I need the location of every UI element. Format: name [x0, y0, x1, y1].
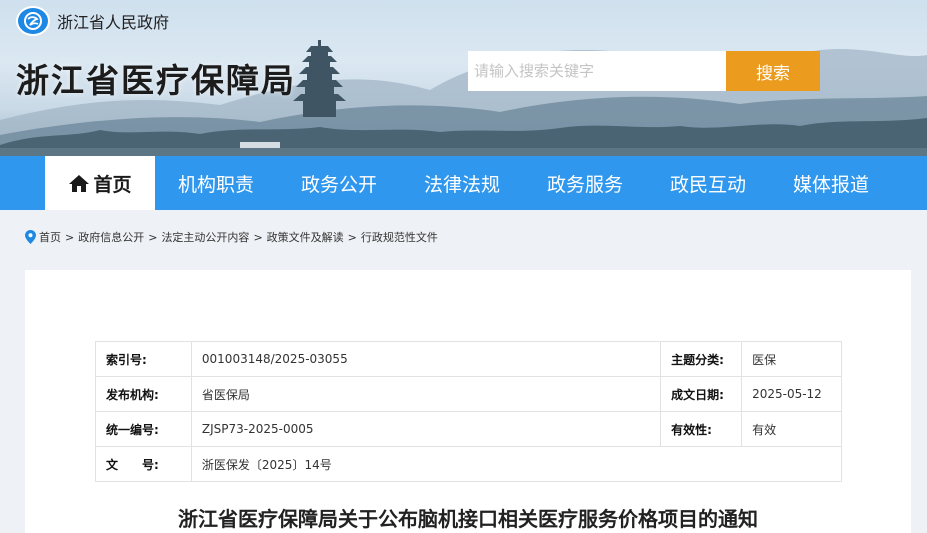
- table-row: 发布机构: 省医保局 成文日期: 2025-05-12: [95, 376, 842, 412]
- content-panel: 索引号: 001003148/2025-03055 主题分类: 医保 发布机构:…: [25, 270, 911, 533]
- document-title: 浙江省医疗保障局关于公布脑机接口相关医疗服务价格项目的通知: [178, 507, 758, 531]
- location-pin-icon: [25, 230, 36, 244]
- breadcrumb-separator: >: [65, 230, 75, 244]
- nav-item-org-duties[interactable]: 机构职责: [163, 156, 269, 210]
- topic-label: 主题分类:: [660, 341, 743, 377]
- header-banner: 浙江省人民政府 浙江省医疗保障局 搜索: [0, 0, 927, 156]
- breadcrumb-separator: >: [347, 230, 357, 244]
- index-value: 001003148/2025-03055: [190, 341, 662, 377]
- date-label: 成文日期:: [660, 376, 743, 412]
- nav-item-interaction[interactable]: 政民互动: [655, 156, 761, 210]
- date-value: 2025-05-12: [741, 376, 842, 412]
- home-icon: [68, 174, 90, 193]
- code-value: ZJSP73-2025-0005: [190, 411, 662, 447]
- topic-value: 医保: [741, 341, 842, 377]
- code-label: 统一编号:: [95, 411, 192, 447]
- breadcrumb: 首页 > 政府信息公开 > 法定主动公开内容 > 政策文件及解读 > 行政规范性…: [25, 227, 438, 247]
- nav-item-media-reports[interactable]: 媒体报道: [778, 156, 884, 210]
- table-row: 统一编号: ZJSP73-2025-0005 有效性: 有效: [95, 411, 842, 447]
- publisher-value: 省医保局: [190, 376, 662, 412]
- zhejiang-gov-logo-icon[interactable]: [16, 6, 50, 36]
- breadcrumb-separator: >: [148, 230, 158, 244]
- docno-value: 浙医保发〔2025〕14号: [190, 446, 843, 482]
- breadcrumb-statutory-content[interactable]: 法定主动公开内容: [161, 229, 249, 245]
- table-row: 索引号: 001003148/2025-03055 主题分类: 医保: [95, 341, 842, 377]
- table-row: 文 号: 浙医保发〔2025〕14号: [95, 446, 843, 482]
- gov-name-link[interactable]: 浙江省人民政府: [57, 9, 169, 33]
- nav-item-home[interactable]: 首页: [45, 156, 155, 210]
- publisher-label: 发布机构:: [95, 376, 192, 412]
- search-button[interactable]: 搜索: [726, 51, 820, 91]
- nav-item-laws[interactable]: 法律法规: [409, 156, 515, 210]
- nav-item-gov-services[interactable]: 政务服务: [532, 156, 638, 210]
- breadcrumb-policy-docs[interactable]: 政策文件及解读: [267, 229, 344, 245]
- document-meta-table: 索引号: 001003148/2025-03055 主题分类: 医保 发布机构:…: [95, 341, 843, 482]
- validity-label: 有效性:: [660, 411, 743, 447]
- index-label: 索引号:: [95, 341, 192, 377]
- breadcrumb-home[interactable]: 首页: [39, 229, 61, 245]
- nav-item-gov-affairs-open[interactable]: 政务公开: [286, 156, 392, 210]
- breadcrumb-gov-info-open[interactable]: 政府信息公开: [78, 229, 144, 245]
- breadcrumb-separator: >: [253, 230, 263, 244]
- nav-label: 首页: [93, 173, 132, 196]
- search-input[interactable]: [468, 51, 726, 91]
- main-nav: 首页 机构职责 政务公开 法律法规 政务服务 政民互动 媒体报道: [0, 156, 927, 210]
- validity-value: 有效: [741, 411, 842, 447]
- site-title: 浙江省医疗保障局: [16, 61, 296, 100]
- docno-label: 文 号:: [95, 446, 192, 482]
- breadcrumb-normative-docs[interactable]: 行政规范性文件: [361, 229, 438, 245]
